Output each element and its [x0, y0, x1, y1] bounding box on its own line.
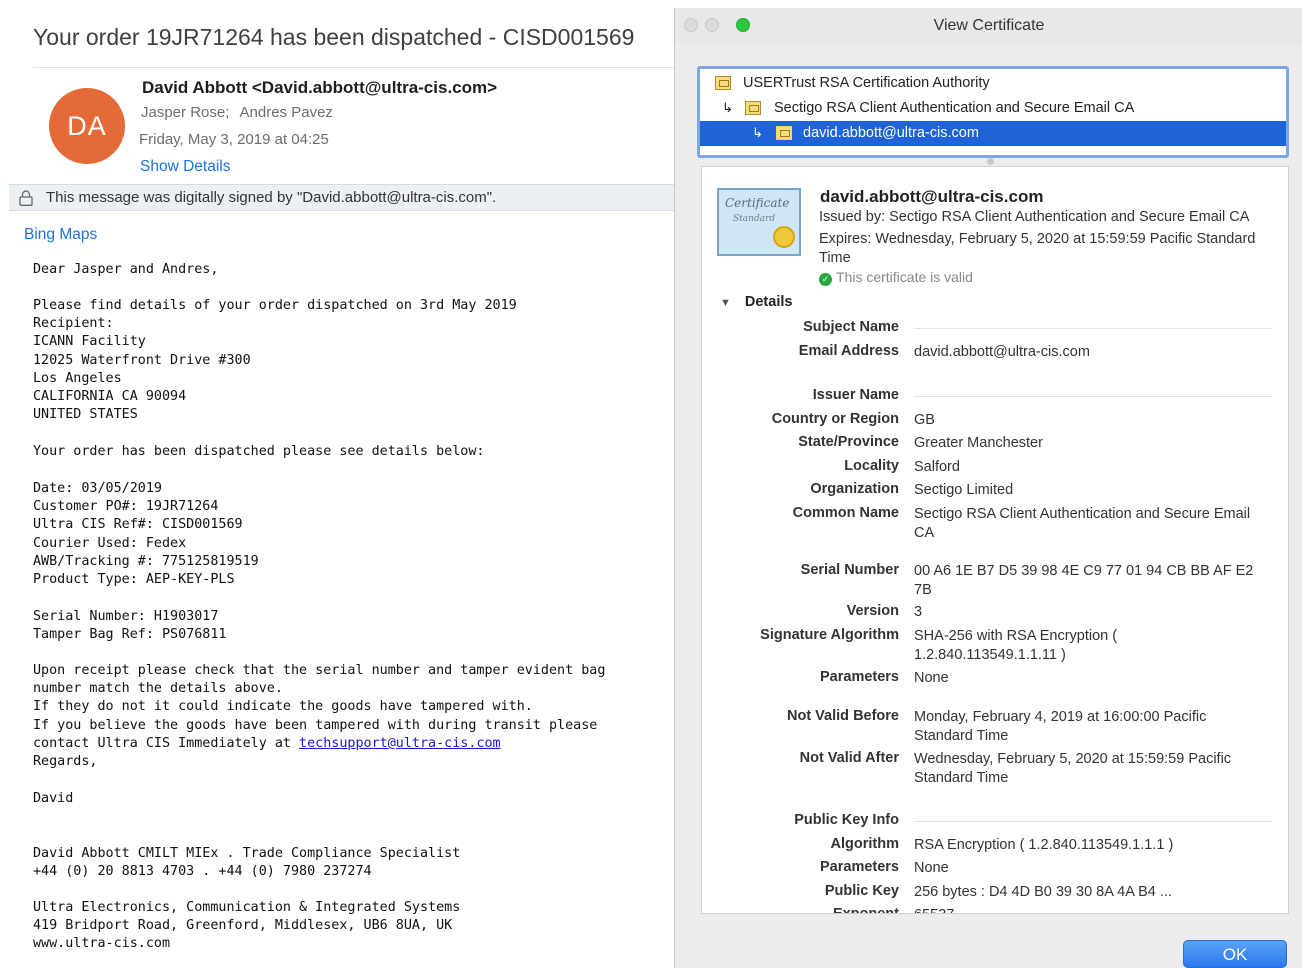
chain-item-label: david.abbott@ultra-cis.com: [803, 125, 979, 141]
email-dispatch-line: Your order has been dispatched please se…: [33, 444, 485, 459]
field-value-locality: Salford: [914, 459, 960, 475]
field-value-serial: 00 A6 1E B7 D5 39 98 4E C9 77 01 94 CB B…: [914, 563, 1254, 598]
recipient-1[interactable]: Jasper Rose;: [141, 104, 229, 121]
field-value-email: david.abbott@ultra-cis.com: [914, 344, 1090, 360]
certificate-common-name: david.abbott@ultra-cis.com: [820, 187, 1044, 206]
child-arrow-icon: ↳: [752, 125, 763, 140]
seal-icon: [773, 226, 795, 248]
email-viewer: Your order 19JR71264 has been dispatched…: [0, 0, 674, 968]
avatar-initials: DA: [67, 110, 107, 141]
email-date: Friday, May 3, 2019 at 04:25: [139, 131, 329, 148]
field-value-key-parameters: None: [914, 860, 949, 876]
certificate-expiry: Expires: Wednesday, February 5, 2020 at …: [819, 231, 1256, 266]
email-instructions: Upon receipt please check that the seria…: [33, 663, 606, 733]
child-arrow-icon: ↳: [722, 100, 733, 115]
field-label-algorithm: Algorithm: [830, 836, 899, 852]
support-email-link[interactable]: techsupport@ultra-cis.com: [299, 736, 501, 751]
certificate-icon: [776, 126, 792, 140]
details-disclosure[interactable]: ▼ Details: [720, 294, 792, 310]
checkmark-icon: ✓: [819, 273, 832, 286]
field-value-version: 3: [914, 604, 923, 620]
field-label-locality: Locality: [844, 458, 899, 474]
recipients: Jasper Rose; Andres Pavez: [141, 104, 333, 121]
bing-maps-link[interactable]: Bing Maps: [24, 226, 97, 244]
signature-banner[interactable]: This message was digitally signed by "Da…: [9, 184, 674, 211]
sender-name[interactable]: David Abbott <David.abbott@ultra-cis.com…: [142, 78, 497, 98]
window-titlebar[interactable]: View Certificate: [675, 8, 1302, 44]
section-divider: [914, 396, 1272, 397]
validity-text: This certificate is valid: [836, 269, 973, 285]
email-signoff: David: [33, 791, 74, 806]
field-value-organization: Sectigo Limited: [914, 482, 1014, 498]
field-value-public-key: 256 bytes : D4 4D B0 39 30 8A 4A B4 ...: [914, 884, 1172, 900]
email-signature-title: David Abbott CMILT MIEx . Trade Complian…: [33, 846, 461, 880]
validity-status: ✓ This certificate is valid: [819, 269, 973, 286]
field-label-parameters: Parameters: [820, 669, 899, 685]
field-value-exponent: 65537: [914, 906, 1264, 913]
field-label-common-name: Common Name: [792, 505, 899, 521]
certificate-icon: [715, 76, 731, 90]
field-label-exponent: Exponent: [832, 906, 899, 914]
signature-text: This message was digitally signed by "Da…: [46, 189, 497, 206]
section-public-key-info: Public Key Info: [794, 812, 899, 828]
section-divider: [914, 328, 1272, 329]
certificate-detail-pane[interactable]: Certificate Standard david.abbott@ultra-…: [701, 166, 1289, 914]
certificate-badge-icon: Certificate Standard: [717, 188, 801, 256]
badge-title: Certificate: [725, 196, 790, 210]
field-label-organization: Organization: [810, 481, 899, 497]
field-label-serial: Serial Number: [800, 562, 899, 578]
email-signature-company: Ultra Electronics, Communication & Integ…: [33, 900, 461, 952]
certificate-issuer: Issued by: Sectigo RSA Client Authentica…: [819, 209, 1250, 225]
field-value-signature-algorithm: SHA-256 with RSA Encryption ( 1.2.840.11…: [914, 628, 1118, 663]
field-value-algorithm: RSA Encryption ( 1.2.840.113549.1.1.1 ): [914, 837, 1174, 853]
disclosure-triangle-icon[interactable]: ▼: [720, 297, 731, 309]
email-subject: Your order 19JR71264 has been dispatched…: [33, 24, 635, 50]
field-label-public-key: Public Key: [824, 883, 899, 899]
field-value-country: GB: [914, 412, 935, 428]
section-issuer-name: Issuer Name: [812, 387, 899, 403]
chain-item-label: Sectigo RSA Client Authentication and Se…: [774, 100, 1135, 116]
field-value-not-valid-before: Monday, February 4, 2019 at 16:00:00 Pac…: [914, 709, 1207, 744]
certificate-chain-list[interactable]: USERTrust RSA Certification Authority ↳ …: [697, 66, 1289, 158]
chain-item-leaf[interactable]: ↳ david.abbott@ultra-cis.com: [700, 121, 1286, 146]
show-details-link[interactable]: Show Details: [140, 158, 230, 176]
chain-item-label: USERTrust RSA Certification Authority: [743, 75, 990, 91]
window-title: View Certificate: [933, 17, 1045, 34]
email-order-details: Date: 03/05/2019 Customer PO#: 19JR71264…: [33, 481, 259, 588]
field-label-state: State/Province: [798, 434, 899, 450]
details-label: Details: [744, 294, 793, 310]
sender-avatar: DA: [49, 88, 125, 164]
field-label-country: Country or Region: [771, 411, 899, 427]
chain-item-intermediate[interactable]: ↳ Sectigo RSA Client Authentication and …: [700, 96, 1286, 121]
section-subject-name: Subject Name: [803, 319, 899, 335]
email-regards: Regards,: [33, 754, 98, 769]
email-contact-line: contact Ultra CIS Immediately at techsup…: [33, 735, 501, 753]
contact-prefix: contact Ultra CIS Immediately at: [33, 736, 300, 751]
view-certificate-window: View Certificate USERTrust RSA Certifica…: [674, 8, 1302, 968]
field-label-not-valid-before: Not Valid Before: [787, 708, 899, 724]
email-serial-block: Serial Number: H1903017 Tamper Bag Ref: …: [33, 609, 227, 643]
field-value-common-name: Sectigo RSA Client Authentication and Se…: [914, 506, 1251, 541]
field-value-not-valid-after: Wednesday, February 5, 2020 at 15:59:59 …: [914, 751, 1232, 786]
section-divider: [914, 821, 1272, 822]
field-label-key-parameters: Parameters: [820, 859, 899, 875]
email-greeting: Dear Jasper and Andres,: [33, 262, 219, 277]
field-label-version: Version: [846, 603, 899, 619]
chain-item-root[interactable]: USERTrust RSA Certification Authority: [700, 71, 1286, 96]
field-label-email: Email Address: [798, 343, 899, 359]
ok-button[interactable]: OK: [1183, 940, 1287, 968]
email-recipient-block: Please find details of your order dispat…: [33, 298, 517, 423]
certificate-icon: [745, 101, 761, 115]
field-label-not-valid-after: Not Valid After: [799, 750, 899, 766]
split-view-handle[interactable]: [987, 158, 994, 165]
field-label-signature-algorithm: Signature Algorithm: [760, 627, 899, 643]
field-value-parameters: None: [914, 670, 949, 686]
header-divider: [33, 67, 674, 68]
recipient-2[interactable]: Andres Pavez: [240, 104, 333, 121]
lock-icon: [19, 190, 33, 206]
field-value-state: Greater Manchester: [914, 435, 1043, 451]
badge-subtitle: Standard: [733, 214, 776, 224]
